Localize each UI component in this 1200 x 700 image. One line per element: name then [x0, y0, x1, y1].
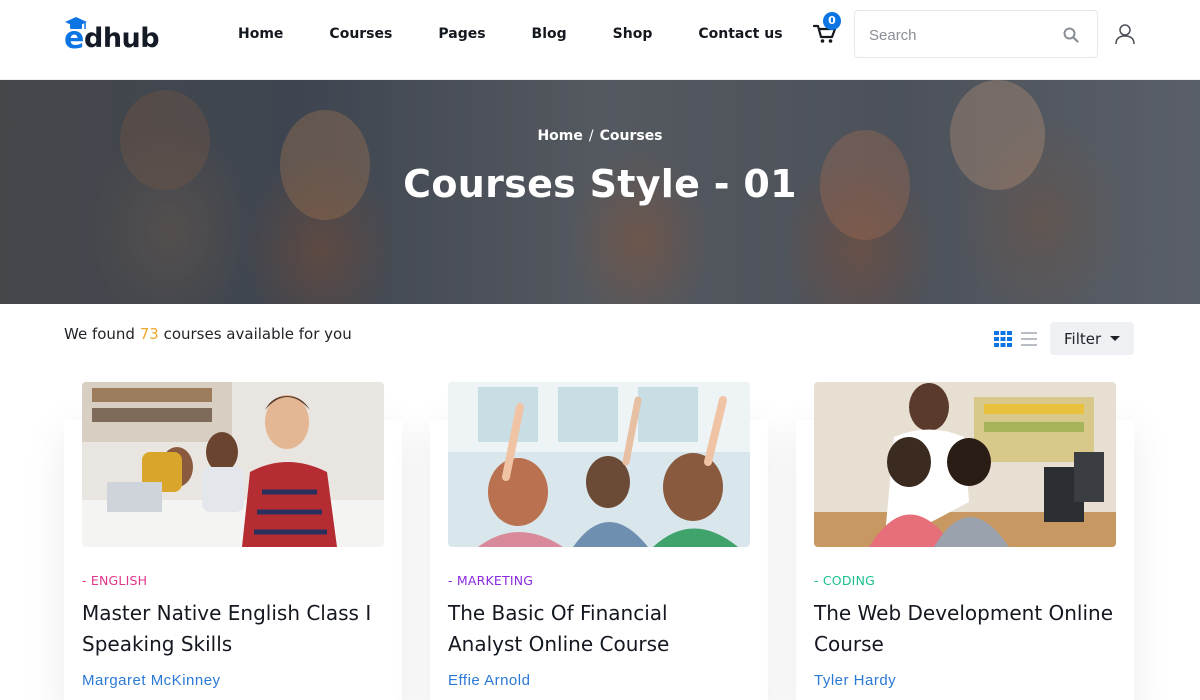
course-title[interactable]: The Basic Of Financial Analyst Online Co… [448, 598, 748, 660]
breadcrumb-current: Courses [599, 128, 663, 144]
nav-home[interactable]: Home [238, 26, 283, 42]
page-title: Courses Style - 01 [403, 162, 797, 206]
search-input[interactable] [869, 23, 1059, 47]
nav-courses[interactable]: Courses [329, 26, 392, 42]
search-icon[interactable] [1063, 27, 1079, 43]
nav-pages[interactable]: Pages [438, 26, 485, 42]
results-suffix: courses available for you [158, 325, 352, 343]
nav-shop[interactable]: Shop [613, 26, 653, 42]
grid-view-icon[interactable] [994, 331, 1012, 347]
caret-down-icon [1110, 336, 1120, 341]
logo[interactable]: e dhub [64, 17, 164, 57]
course-title[interactable]: The Web Development Online Course [814, 598, 1114, 660]
results-count-text: We found 73 courses available for you [64, 325, 352, 343]
course-card[interactable]: - ENGLISH Master Native English Class I … [64, 382, 402, 700]
results-count: 73 [139, 325, 159, 343]
cart-count-badge: 0 [823, 12, 841, 30]
breadcrumb: Home / Courses [0, 128, 1200, 144]
site-header: e dhub Home Courses Pages Blog Shop Cont… [0, 0, 1200, 80]
nav-contact-us[interactable]: Contact us [698, 26, 782, 42]
course-author[interactable]: Margaret McKinney [82, 672, 221, 689]
filter-label: Filter [1064, 329, 1102, 348]
search-box [854, 10, 1098, 58]
breadcrumb-home[interactable]: Home [537, 128, 582, 144]
filter-button[interactable]: Filter [1050, 322, 1134, 355]
course-image[interactable] [82, 382, 384, 547]
results-prefix: We found [64, 325, 140, 343]
course-category[interactable]: - CODING [814, 573, 875, 588]
nav-blog[interactable]: Blog [532, 26, 567, 42]
logo-letter: e [64, 21, 85, 56]
course-category[interactable]: - ENGLISH [82, 573, 147, 588]
course-author[interactable]: Effie Arnold [448, 672, 530, 689]
logo-text: dhub [84, 23, 160, 54]
course-author[interactable]: Tyler Hardy [814, 672, 896, 689]
breadcrumb-separator: / [588, 128, 594, 144]
user-icon[interactable] [1114, 23, 1136, 45]
course-card[interactable]: - CODING The Web Development Online Cour… [796, 382, 1134, 700]
main-nav: Home Courses Pages Blog Shop Contact us [238, 26, 783, 42]
page-banner: Home / Courses Courses Style - 01 [0, 80, 1200, 304]
course-card[interactable]: - MARKETING The Basic Of Financial Analy… [430, 382, 768, 700]
list-view-icon[interactable] [1021, 331, 1037, 347]
course-image[interactable] [448, 382, 750, 547]
course-category[interactable]: - MARKETING [448, 573, 533, 588]
course-title[interactable]: Master Native English Class I Speaking S… [82, 598, 382, 660]
course-image[interactable] [814, 382, 1116, 547]
